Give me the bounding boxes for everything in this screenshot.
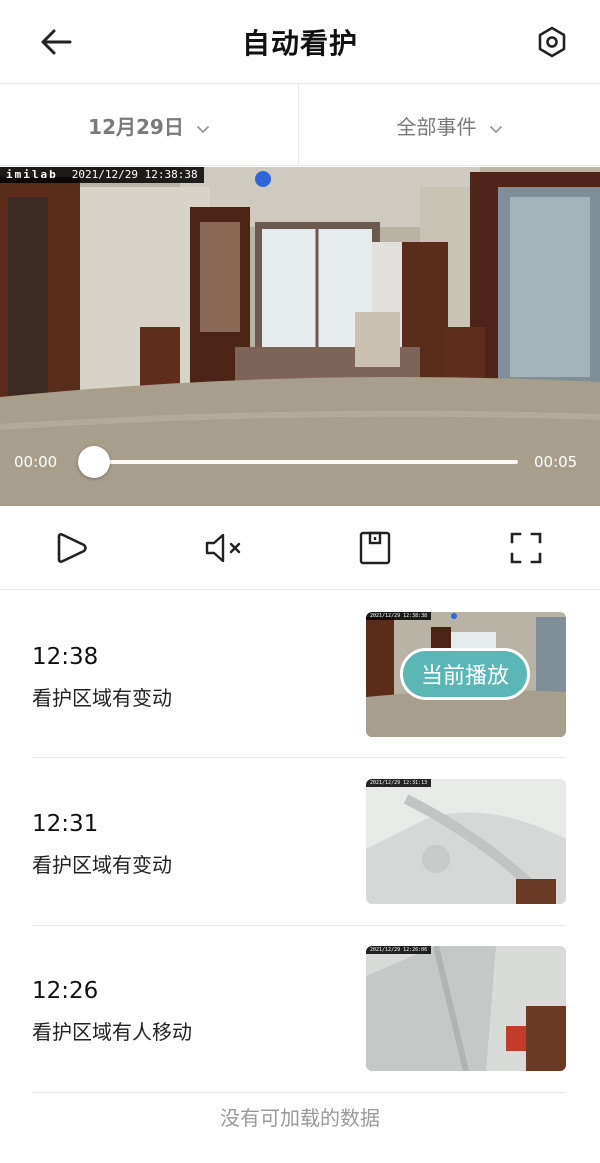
event-time: 12:38 [32, 644, 99, 670]
brand-logo: imilab [6, 168, 58, 181]
speaker-muted-icon[interactable] [203, 528, 243, 568]
event-description: 看护区域有变动 [32, 853, 172, 877]
list-item[interactable]: 12:31 看护区域有变动 2021/12/29 12:31:13 [0, 758, 600, 925]
save-icon[interactable] [355, 528, 395, 568]
playback-controls [0, 506, 600, 590]
no-more-data-text: 没有可加载的数据 [220, 1106, 380, 1130]
event-description: 看护区域有变动 [32, 686, 172, 710]
now-playing-badge: 当前播放 [400, 648, 530, 700]
date-filter[interactable]: 12月29日 [0, 84, 298, 166]
top-bar: 自动看护 [0, 0, 600, 84]
video-watermark: imilab 2021/12/29 12:38:38 [0, 167, 204, 183]
progress-thumb[interactable] [78, 446, 110, 478]
fullscreen-icon[interactable] [506, 528, 546, 568]
event-thumbnail[interactable]: 2021/12/29 12:31:13 [366, 779, 566, 904]
page-title: 自动看护 [241, 27, 358, 60]
thumbnail-image [366, 946, 566, 1071]
play-icon[interactable] [52, 528, 92, 568]
date-filter-label: 12月29日 [88, 114, 184, 139]
event-description: 看护区域有人移动 [32, 1020, 192, 1044]
video-player[interactable]: imilab 2021/12/29 12:38:38 00:00 00:05 [0, 167, 600, 506]
event-time: 12:26 [32, 978, 99, 1004]
hexagon-gear-icon[interactable] [530, 22, 574, 62]
event-thumbnail[interactable]: 2021/12/29 12:26:06 [366, 946, 566, 1071]
list-item[interactable]: 12:26 看护区域有人移动 2021/12/29 12:26:06 [0, 926, 600, 1093]
event-thumbnail[interactable]: 2021/12/29 12:38:38 当前播放 [366, 612, 566, 737]
end-time: 00:05 [534, 453, 578, 471]
filter-bar: 12月29日 全部事件 [0, 84, 600, 166]
list-item[interactable]: 12:38 看护区域有变动 2021/12/29 12:38:38 当前播放 [0, 590, 600, 757]
event-filter-label: 全部事件 [396, 114, 477, 139]
chevron-down-icon [489, 118, 503, 134]
thumbnail-timestamp: 2021/12/29 12:31:13 [366, 779, 432, 787]
thumbnail-timestamp: 2021/12/29 12:26:06 [366, 946, 432, 954]
chevron-down-icon [196, 118, 210, 134]
progress-track[interactable] [94, 460, 518, 464]
video-timestamp: 2021/12/29 12:38:38 [71, 168, 198, 181]
thumbnail-image [366, 779, 566, 904]
list-divider [32, 1092, 566, 1093]
event-type-filter[interactable]: 全部事件 [299, 84, 600, 166]
thumbnail-timestamp: 2021/12/29 12:38:38 [366, 612, 432, 620]
event-time: 12:31 [32, 811, 99, 837]
current-time: 00:00 [14, 453, 58, 471]
